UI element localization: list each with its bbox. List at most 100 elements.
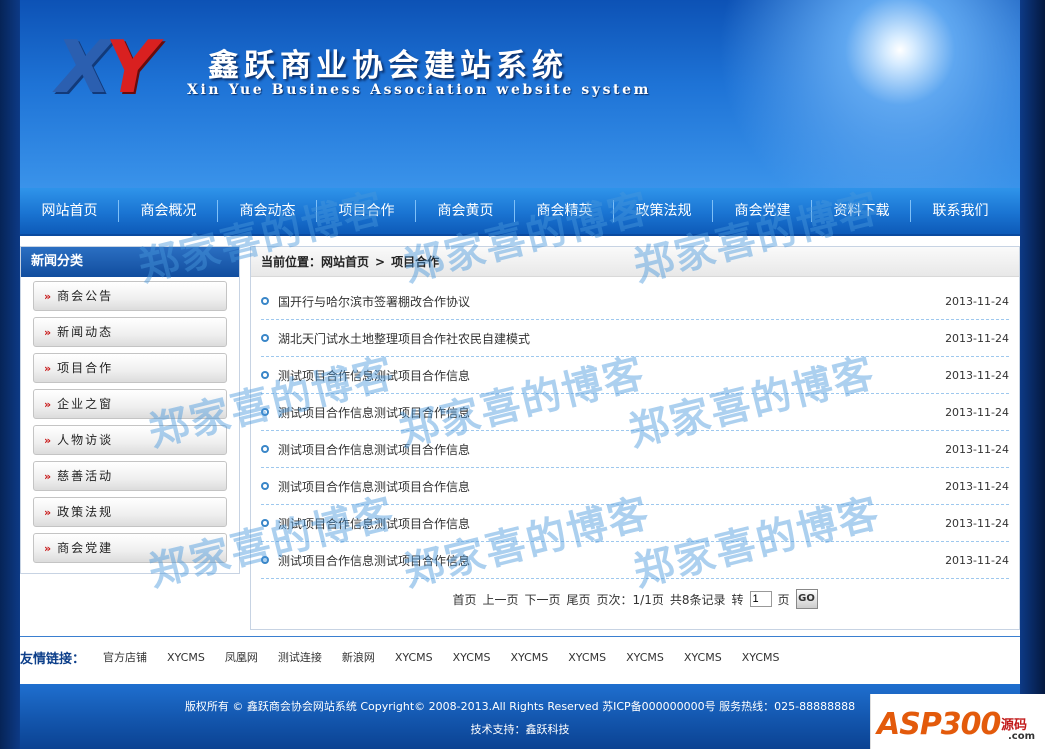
category-label: 商会党建 — [57, 541, 114, 555]
double-arrow-icon: » — [44, 542, 51, 555]
friend-link[interactable]: XYCMS — [395, 651, 433, 664]
category-label: 慈善活动 — [57, 469, 114, 483]
record-total: 共8条记录 — [669, 592, 726, 607]
bullet-icon — [261, 408, 269, 416]
list-item: 测试项目合作信息测试项目合作信息 2013-11-24 — [261, 542, 1009, 579]
nav-item-party[interactable]: 商会党建 — [713, 188, 812, 234]
category-item[interactable]: » 项目合作 — [33, 353, 227, 383]
nav-item-downloads[interactable]: 资料下载 — [812, 188, 911, 234]
header-banner: XY 鑫跃商业协会建站系统 Xin Yue Business Associati… — [20, 0, 1020, 188]
page-container: XY 鑫跃商业协会建站系统 Xin Yue Business Associati… — [20, 0, 1020, 749]
category-label: 政策法规 — [57, 505, 114, 519]
prev-page-link[interactable]: 上一页 — [482, 591, 518, 608]
go-button[interactable]: GO — [795, 589, 818, 609]
news-date: 2013-11-24 — [945, 368, 1009, 382]
badge-domain-text: .com — [1008, 731, 1036, 742]
site-logo[interactable]: XY — [56, 31, 191, 103]
nav-item-projects[interactable]: 项目合作 — [317, 188, 416, 234]
double-arrow-icon: » — [44, 326, 51, 339]
friend-links-label: 友情链接： — [20, 651, 86, 667]
page-info: 页次：1/1页 — [596, 592, 664, 607]
news-date: 2013-11-24 — [945, 294, 1009, 308]
list-item: 测试项目合作信息测试项目合作信息 2013-11-24 — [261, 357, 1009, 394]
category-list: » 商会公告 » 新闻动态 » 项目合作 » 企业之窗 » 人物访谈 » 慈善活动 » 政策法… — [21, 277, 239, 563]
category-item[interactable]: » 政策法规 — [33, 497, 227, 527]
page-number-input[interactable] — [749, 591, 772, 607]
first-page-link[interactable]: 首页 — [452, 591, 476, 608]
news-category-sidebar: 新闻分类 » 商会公告 » 新闻动态 » 项目合作 » 企业之窗 » 人物访谈 » 慈善活动… — [20, 246, 240, 574]
nav-item-news[interactable]: 商会动态 — [218, 188, 317, 234]
category-item[interactable]: » 商会公告 — [33, 281, 227, 311]
category-item[interactable]: » 新闻动态 — [33, 317, 227, 347]
breadcrumb: 当前位置：网站首页 > 项目合作 — [251, 247, 1019, 277]
friend-link[interactable]: 测试连接 — [278, 649, 322, 665]
nav-item-home[interactable]: 网站首页 — [20, 188, 119, 234]
friend-link[interactable]: 凤凰网 — [225, 649, 258, 665]
left-page-edge — [0, 0, 20, 749]
news-date: 2013-11-24 — [945, 331, 1009, 345]
category-item[interactable]: » 企业之窗 — [33, 389, 227, 419]
list-item: 测试项目合作信息测试项目合作信息 2013-11-24 — [261, 394, 1009, 431]
right-page-edge — [1020, 0, 1045, 749]
news-title-link[interactable]: 测试项目合作信息测试项目合作信息 — [278, 515, 470, 532]
news-title-link[interactable]: 湖北天门试水土地整理项目合作社农民自建模式 — [278, 330, 530, 347]
site-subtitle: Xin Yue Business Association website sys… — [187, 82, 652, 98]
category-item[interactable]: » 商会党建 — [33, 533, 227, 563]
category-label: 项目合作 — [57, 361, 114, 375]
news-date: 2013-11-24 — [945, 479, 1009, 493]
sidebar-title: 新闻分类 — [21, 247, 239, 277]
asp300-badge[interactable]: ASP300 源码 .com — [870, 694, 1045, 749]
category-label: 新闻动态 — [57, 325, 114, 339]
bullet-icon — [261, 519, 269, 527]
badge-logo-text: ASP300 — [877, 707, 1001, 742]
pagination: 首页 上一页 下一页 尾页 页次：1/1页 共8条记录 转 页 GO — [251, 589, 1019, 609]
news-list: 国开行与哈尔滨市签署棚改合作协议 2013-11-24 湖北天门试水土地整理项目合… — [251, 277, 1019, 579]
news-title-link[interactable]: 测试项目合作信息测试项目合作信息 — [278, 552, 470, 569]
friend-link[interactable]: XYCMS — [510, 651, 548, 664]
friend-link[interactable]: XYCMS — [626, 651, 664, 664]
nav-item-yellow-pages[interactable]: 商会黄页 — [416, 188, 515, 234]
news-date: 2013-11-24 — [945, 442, 1009, 456]
news-date: 2013-11-24 — [945, 516, 1009, 530]
list-item: 测试项目合作信息测试项目合作信息 2013-11-24 — [261, 505, 1009, 542]
news-title-link[interactable]: 测试项目合作信息测试项目合作信息 — [278, 367, 470, 384]
logo-letter-y: Y — [105, 25, 158, 109]
news-title-link[interactable]: 测试项目合作信息测试项目合作信息 — [278, 478, 470, 495]
friend-links: 友情链接： 官方店铺 XYCMS 凤凰网 测试连接 新浪网 XYCMS XYCM… — [20, 647, 1020, 667]
nav-item-elites[interactable]: 商会精英 — [515, 188, 614, 234]
bullet-icon — [261, 556, 269, 564]
breadcrumb-separator-icon: > — [375, 255, 386, 269]
friend-link[interactable]: XYCMS — [453, 651, 491, 664]
news-title-link[interactable]: 国开行与哈尔滨市签署棚改合作协议 — [278, 293, 470, 310]
friend-link[interactable]: XYCMS — [742, 651, 780, 664]
nav-item-overview[interactable]: 商会概况 — [119, 188, 218, 234]
nav-item-contact[interactable]: 联系我们 — [911, 188, 1010, 234]
double-arrow-icon: » — [44, 290, 51, 303]
category-label: 商会公告 — [57, 289, 114, 303]
bullet-icon — [261, 445, 269, 453]
friend-link[interactable]: XYCMS — [568, 651, 606, 664]
category-item[interactable]: » 慈善活动 — [33, 461, 227, 491]
bullet-icon — [261, 334, 269, 342]
last-page-link[interactable]: 尾页 — [567, 591, 591, 608]
news-title-link[interactable]: 测试项目合作信息测试项目合作信息 — [278, 441, 470, 458]
breadcrumb-prefix: 当前位置： — [261, 255, 322, 269]
site-title: 鑫跃商业协会建站系统 — [208, 48, 568, 84]
nav-item-policies[interactable]: 政策法规 — [614, 188, 713, 234]
divider — [20, 636, 1020, 637]
news-date: 2013-11-24 — [945, 553, 1009, 567]
news-title-link[interactable]: 测试项目合作信息测试项目合作信息 — [278, 404, 470, 421]
goto-label: 转 — [731, 592, 744, 607]
main-content: 当前位置：网站首页 > 项目合作 国开行与哈尔滨市签署棚改合作协议 2013-11-2… — [250, 246, 1020, 630]
friend-link[interactable]: 新浪网 — [342, 649, 375, 665]
friend-link[interactable]: XYCMS — [167, 651, 205, 664]
friend-link[interactable]: 官方店铺 — [103, 649, 147, 665]
bullet-icon — [261, 482, 269, 490]
list-item: 湖北天门试水土地整理项目合作社农民自建模式 2013-11-24 — [261, 320, 1009, 357]
double-arrow-icon: » — [44, 362, 51, 375]
category-item[interactable]: » 人物访谈 — [33, 425, 227, 455]
breadcrumb-home-link[interactable]: 网站首页 — [321, 255, 369, 269]
next-page-link[interactable]: 下一页 — [525, 591, 561, 608]
list-item: 国开行与哈尔滨市签署棚改合作协议 2013-11-24 — [261, 283, 1009, 320]
friend-link[interactable]: XYCMS — [684, 651, 722, 664]
